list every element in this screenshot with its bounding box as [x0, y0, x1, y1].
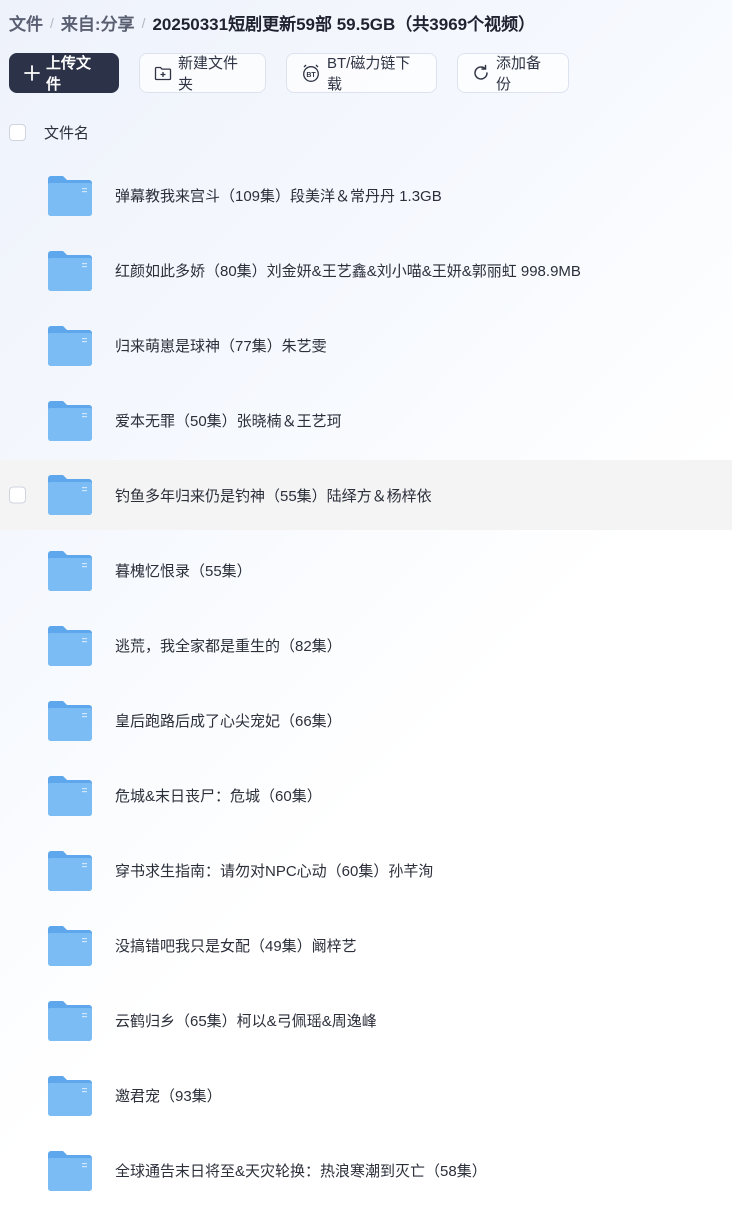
folder-icon	[47, 550, 93, 592]
folder-icon	[47, 625, 93, 667]
breadcrumb-current-folder: 20250331短剧更新59部 59.5GB（共3969个视频）	[152, 15, 536, 34]
file-row[interactable]: 云鹤归乡（65集）柯以&弓佩瑶&周逸峰	[0, 983, 732, 1058]
file-name[interactable]: 钓鱼多年归来仍是钓神（55集）陆绎方＆杨梓依	[115, 485, 432, 506]
file-row[interactable]: 皇后跑路后成了心尖宠妃（66集）	[0, 683, 732, 758]
new-folder-label: 新建文件夹	[178, 55, 239, 93]
breadcrumb-from[interactable]: 来自:	[61, 10, 101, 35]
file-row[interactable]: 归来萌崽是球神（77集）朱艺雯	[0, 308, 732, 383]
folder-icon	[47, 1150, 93, 1192]
file-row[interactable]: 钓鱼多年归来仍是钓神（55集）陆绎方＆杨梓依	[0, 460, 732, 530]
file-name[interactable]: 皇后跑路后成了心尖宠妃（66集）	[115, 710, 342, 731]
bt-icon: BT	[301, 64, 321, 82]
breadcrumb-separator: /	[141, 14, 146, 31]
row-checkbox[interactable]	[9, 486, 26, 504]
file-row[interactable]: 爱本无罪（50集）张晓楠＆王艺珂	[0, 383, 732, 458]
breadcrumb-separator: /	[50, 14, 54, 31]
svg-text:BT: BT	[306, 72, 316, 79]
breadcrumb: 文件 / 来自: 分享 / 20250331短剧更新59部 59.5GB（共39…	[9, 10, 535, 35]
file-name[interactable]: 红颜如此多娇（80集）刘金妍&王艺鑫&刘小喵&王妍&郭丽虹 998.9MB	[115, 260, 581, 281]
breadcrumb-files[interactable]: 文件	[9, 10, 43, 35]
file-list: 弹幕教我来宫斗（109集）段美洋＆常丹丹 1.3GB 红颜如此多娇（80集）刘金妍…	[0, 158, 732, 1208]
bt-magnet-download-label: BT/磁力链下载	[327, 55, 411, 93]
breadcrumb-share[interactable]: 分享	[101, 10, 135, 35]
file-row[interactable]: 邀君宠（93集）	[0, 1058, 732, 1133]
select-all-checkbox[interactable]	[9, 124, 26, 141]
file-row[interactable]: 暮槐忆恨录（55集）	[0, 533, 732, 608]
file-name[interactable]: 没搞错吧我只是女配（49集）阚梓艺	[115, 935, 357, 956]
file-row[interactable]: 红颜如此多娇（80集）刘金妍&王艺鑫&刘小喵&王妍&郭丽虹 998.9MB	[0, 233, 732, 308]
folder-icon	[47, 474, 93, 516]
upload-file-button[interactable]: 上传文件	[9, 53, 119, 93]
file-row[interactable]: 危城&末日丧尸：危城（60集）	[0, 758, 732, 833]
folder-icon	[47, 250, 93, 292]
file-row[interactable]: 弹幕教我来宫斗（109集）段美洋＆常丹丹 1.3GB	[0, 158, 732, 233]
file-name[interactable]: 暮槐忆恨录（55集）	[115, 560, 252, 581]
file-name[interactable]: 归来萌崽是球神（77集）朱艺雯	[115, 335, 327, 356]
new-folder-icon	[154, 65, 172, 81]
file-name[interactable]: 全球通告末日将至&天灾轮换：热浪寒潮到灭亡（58集）	[115, 1160, 487, 1181]
file-name[interactable]: 邀君宠（93集）	[115, 1085, 222, 1106]
list-header: 文件名	[9, 122, 89, 143]
refresh-icon	[472, 64, 490, 82]
add-backup-label: 添加备份	[496, 55, 542, 93]
plus-icon	[24, 65, 40, 81]
file-name[interactable]: 云鹤归乡（65集）柯以&弓佩瑶&周逸峰	[115, 1010, 377, 1031]
file-name[interactable]: 穿书求生指南：请勿对NPC心动（60集）孙芊洵	[115, 860, 433, 881]
folder-icon	[47, 925, 93, 967]
bt-magnet-download-button[interactable]: BT BT/磁力链下载	[286, 53, 437, 93]
folder-icon	[47, 850, 93, 892]
column-header-name[interactable]: 文件名	[44, 122, 89, 143]
file-name[interactable]: 逃荒，我全家都是重生的（82集）	[115, 635, 342, 656]
folder-icon	[47, 1075, 93, 1117]
folder-icon	[47, 1000, 93, 1042]
folder-icon	[47, 775, 93, 817]
folder-icon	[47, 325, 93, 367]
toolbar: 上传文件 新建文件夹 BT BT/磁力链下载 添加备份	[9, 53, 569, 93]
file-name[interactable]: 爱本无罪（50集）张晓楠＆王艺珂	[115, 410, 342, 431]
file-row[interactable]: 全球通告末日将至&天灾轮换：热浪寒潮到灭亡（58集）	[0, 1133, 732, 1208]
folder-icon	[47, 400, 93, 442]
folder-icon	[47, 700, 93, 742]
add-backup-button[interactable]: 添加备份	[457, 53, 569, 93]
file-name[interactable]: 危城&末日丧尸：危城（60集）	[115, 785, 322, 806]
folder-icon	[47, 175, 93, 217]
upload-file-label: 上传文件	[46, 55, 92, 93]
file-row[interactable]: 逃荒，我全家都是重生的（82集）	[0, 608, 732, 683]
new-folder-button[interactable]: 新建文件夹	[139, 53, 266, 93]
file-row[interactable]: 没搞错吧我只是女配（49集）阚梓艺	[0, 908, 732, 983]
file-row[interactable]: 穿书求生指南：请勿对NPC心动（60集）孙芊洵	[0, 833, 732, 908]
file-name[interactable]: 弹幕教我来宫斗（109集）段美洋＆常丹丹 1.3GB	[115, 185, 442, 206]
